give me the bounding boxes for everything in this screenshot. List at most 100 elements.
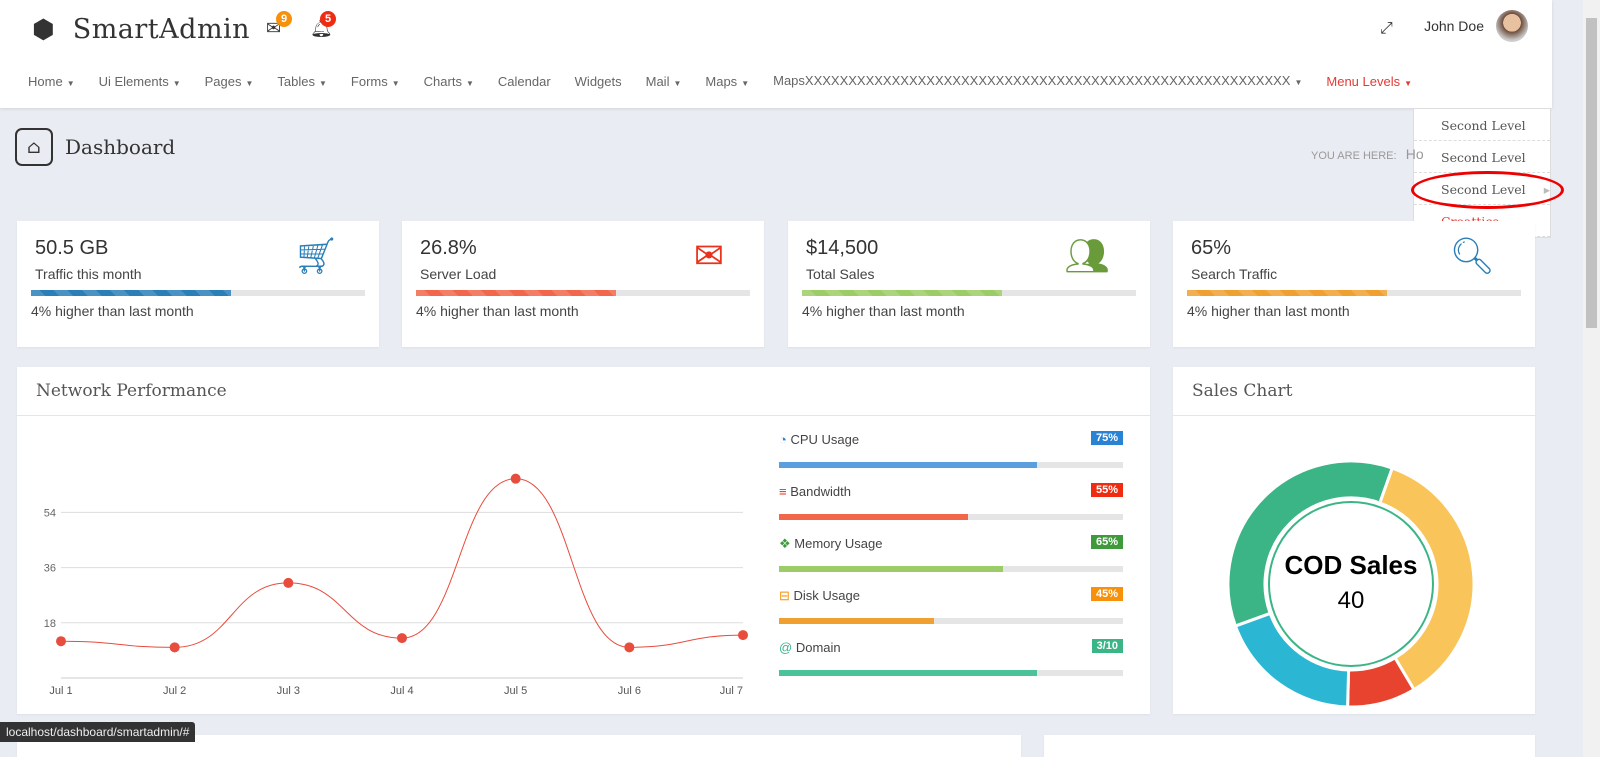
x-tick-label: Jul 4 [390, 685, 413, 697]
x-tick-label: Jul 3 [277, 685, 300, 697]
resource-badge: 45% [1090, 587, 1123, 601]
search-icon: 🔍︎ [1449, 235, 1495, 276]
dropdown-item-label: Second Level [1441, 118, 1526, 133]
stat-progress [1187, 290, 1521, 296]
donut-slice [1233, 611, 1351, 709]
nav-item-label: Charts [423, 73, 462, 89]
x-tick-label: Jul 2 [163, 685, 186, 697]
x-tick-label: Jul 1 [49, 685, 72, 697]
stat-card: 65% Search Traffic 4% higher than last mon… [1173, 221, 1535, 347]
fullscreen-icon[interactable]: ⤢ [1380, 20, 1393, 38]
nav-item[interactable]: MapsXXXXXXXXXXXXXXXXXXXXXXXXXXXXXXXXXXXX… [761, 73, 1314, 90]
stat-value: 26.8% [420, 237, 477, 259]
nav-item[interactable]: Mail ▼ [634, 74, 694, 89]
scrollbar-thumb[interactable] [1586, 18, 1597, 328]
resource-progress [779, 670, 1123, 676]
stat-value: 65% [1191, 237, 1232, 259]
network-performance-panel: Network Performance 18 36 54 Jul 1 Jul 2 Jul … [17, 367, 1150, 714]
x-tick-label: Jul 7 [720, 685, 743, 697]
user-name: John Doe [1424, 18, 1484, 34]
breadcrumb-label: YOU ARE HERE: [1311, 150, 1397, 162]
resource-label: Disk Usage [793, 588, 860, 603]
page-title: ⌂ Dashboard [15, 128, 175, 166]
caret-down-icon: ▼ [741, 78, 750, 88]
dropdown-item-label: Second Level [1441, 150, 1526, 165]
top-header: ⬢ SmartAdmin ✉ 9 🔔︎ 5 ⤢ John Doe Home ▼ Ui E… [0, 0, 1552, 108]
resource-progress [779, 566, 1123, 572]
nav-item[interactable]: Maps ▼ [693, 74, 761, 89]
donut-chart: COD Sales 40 [1226, 459, 1476, 709]
database-icon: ≡ [779, 484, 787, 499]
center-label: COD Sales [1285, 550, 1418, 580]
nav-item[interactable]: Calendar [486, 74, 563, 89]
resource-progress [779, 514, 1123, 520]
stat-progress [416, 290, 750, 296]
y-tick-label: 36 [44, 563, 56, 575]
nav-item[interactable]: Widgets [563, 74, 634, 89]
nav-item[interactable]: Charts ▼ [412, 74, 486, 89]
donut-slice [1226, 459, 1395, 628]
notification-button[interactable]: 🔔︎ 5 [310, 11, 337, 39]
mail-button[interactable]: ✉ 9 [266, 11, 293, 39]
inner-ring [1268, 501, 1434, 667]
nav-item[interactable]: Menu Levels ▼ [1314, 74, 1424, 89]
line-chart: 18 36 54 Jul 1 Jul 2 Jul 3 Jul 4 Jul 5 Jul 6 Jul … [44, 473, 748, 697]
stat-card: $14,500 Total Sales 4% higher than last mo… [788, 221, 1150, 347]
panel-title: Network Performance [17, 367, 1150, 416]
nav-item-label: Maps [705, 73, 738, 89]
brand-name: SmartAdmin [72, 14, 251, 45]
nav-item-label: Menu Levels [1326, 73, 1401, 89]
avatar [1496, 10, 1528, 42]
cubes-icon: ❖ [779, 536, 791, 551]
resource-row: ⊟ Disk Usage 45% [779, 587, 1123, 624]
stat-progress [802, 290, 1136, 296]
nav-item[interactable]: Home ▼ [16, 74, 87, 89]
stat-card: 26.8% Server Load 4% higher than last mont… [402, 221, 764, 347]
nav-item-label: Tables [277, 73, 315, 89]
data-point [510, 473, 521, 484]
breadcrumb-home[interactable]: Ho [1406, 146, 1424, 162]
sales-chart-panel: Sales Chart COD Sales 40 [1173, 367, 1535, 714]
stat-value: $14,500 [806, 237, 879, 259]
resource-row: ◔ CPU Usage 75% [779, 431, 1123, 468]
nav-item[interactable]: Ui Elements ▼ [87, 74, 193, 89]
nav-item-label: Forms [350, 73, 388, 89]
resource-row: ≡ Bandwidth 55% [779, 483, 1123, 520]
resource-label: Bandwidth [790, 484, 851, 499]
cart-icon: 🛒︎ [293, 235, 339, 276]
status-bar-url: localhost/dashboard/smartadmin/# [0, 722, 196, 742]
stat-label: Server Load [420, 266, 497, 282]
data-point [283, 577, 294, 588]
caret-down-icon: ▼ [391, 78, 400, 88]
stat-label: Total Sales [806, 266, 875, 282]
resource-row: @ Domain 3/10 [779, 639, 1123, 676]
stat-footer: 4% higher than last month [1187, 303, 1350, 319]
hdd-icon: ⊟ [779, 588, 790, 603]
nav-item[interactable]: Pages ▼ [193, 74, 266, 89]
envelope-icon: ✉ [693, 235, 724, 276]
resource-badge: 3/10 [1091, 639, 1123, 653]
notification-badge: 5 [320, 11, 337, 27]
data-point [397, 633, 407, 644]
resource-progress [779, 462, 1123, 468]
nav-item[interactable]: Forms ▼ [339, 74, 412, 89]
nav-item-label: Calendar [497, 73, 551, 89]
resource-badge: 55% [1090, 483, 1123, 497]
highlight-annotation [1411, 171, 1564, 209]
stat-card: 50.5 GB Traffic this month 4% higher than … [17, 221, 379, 347]
brand[interactable]: ⬢ SmartAdmin [32, 14, 250, 45]
resource-label: Memory Usage [794, 536, 883, 551]
scrollbar[interactable] [1583, 0, 1600, 757]
data-point [738, 630, 748, 641]
nav-item[interactable]: Tables ▼ [265, 74, 339, 89]
user-menu[interactable]: John Doe [1424, 10, 1528, 42]
x-tick-label: Jul 6 [618, 685, 641, 697]
dropdown-item[interactable]: Second Level [1414, 141, 1550, 173]
caret-down-icon: ▼ [1404, 78, 1413, 88]
main-nav: Home ▼ Ui Elements ▼ Pages ▼ Tables ▼ Forms ▼ Char… [16, 66, 1536, 96]
data-point [169, 642, 180, 653]
panel-title: Sales Chart [1173, 367, 1535, 416]
dropdown-item[interactable]: Second Level [1414, 109, 1550, 141]
stat-value: 50.5 GB [35, 237, 109, 259]
nav-item-label: Widgets [574, 73, 622, 89]
